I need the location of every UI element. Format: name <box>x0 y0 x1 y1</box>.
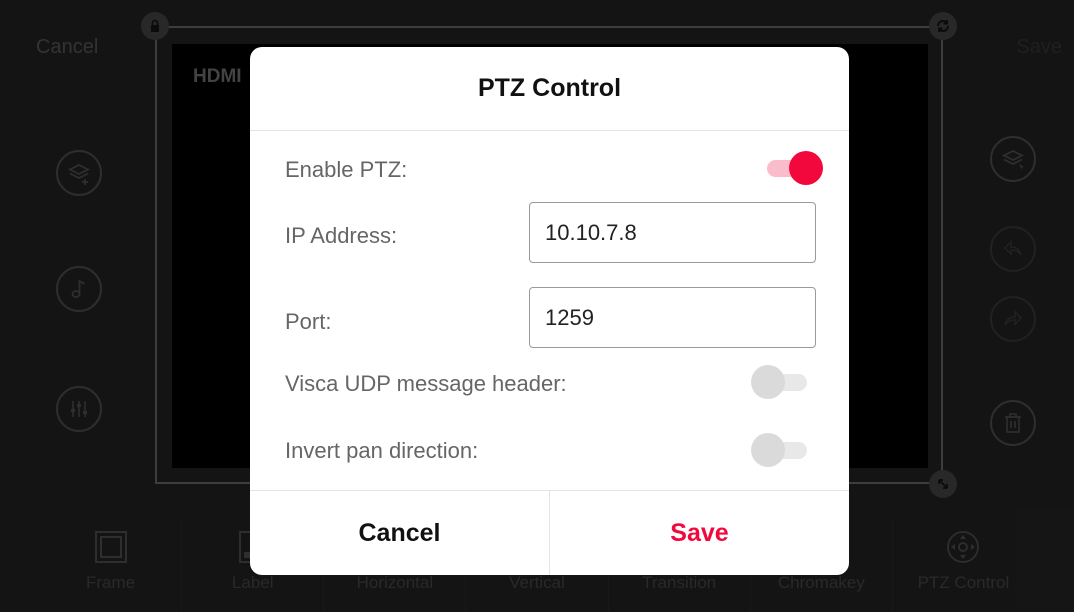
ip-address-label: IP Address: <box>285 223 398 248</box>
port-field[interactable] <box>529 287 816 348</box>
invert-pan-toggle[interactable] <box>751 433 809 467</box>
ptz-control-dialog: PTZ Control Enable PTZ: IP Address: Port… <box>250 47 849 575</box>
invert-pan-label: Invert pan direction: <box>285 438 479 463</box>
visca-udp-label: Visca UDP message header: <box>285 371 567 396</box>
port-label: Port: <box>285 309 332 334</box>
cancel-button[interactable]: Cancel <box>250 491 550 575</box>
dialog-actions: Cancel Save <box>250 490 849 575</box>
ip-address-field[interactable] <box>529 202 816 263</box>
toggle-thumb <box>751 433 785 467</box>
toggle-thumb <box>751 365 785 399</box>
visca-udp-toggle[interactable] <box>751 365 809 399</box>
save-button[interactable]: Save <box>550 491 849 575</box>
enable-ptz-label: Enable PTZ: <box>285 157 408 182</box>
dialog-title: PTZ Control <box>250 47 849 131</box>
enable-ptz-toggle[interactable] <box>765 151 823 185</box>
toggle-thumb <box>789 151 823 185</box>
